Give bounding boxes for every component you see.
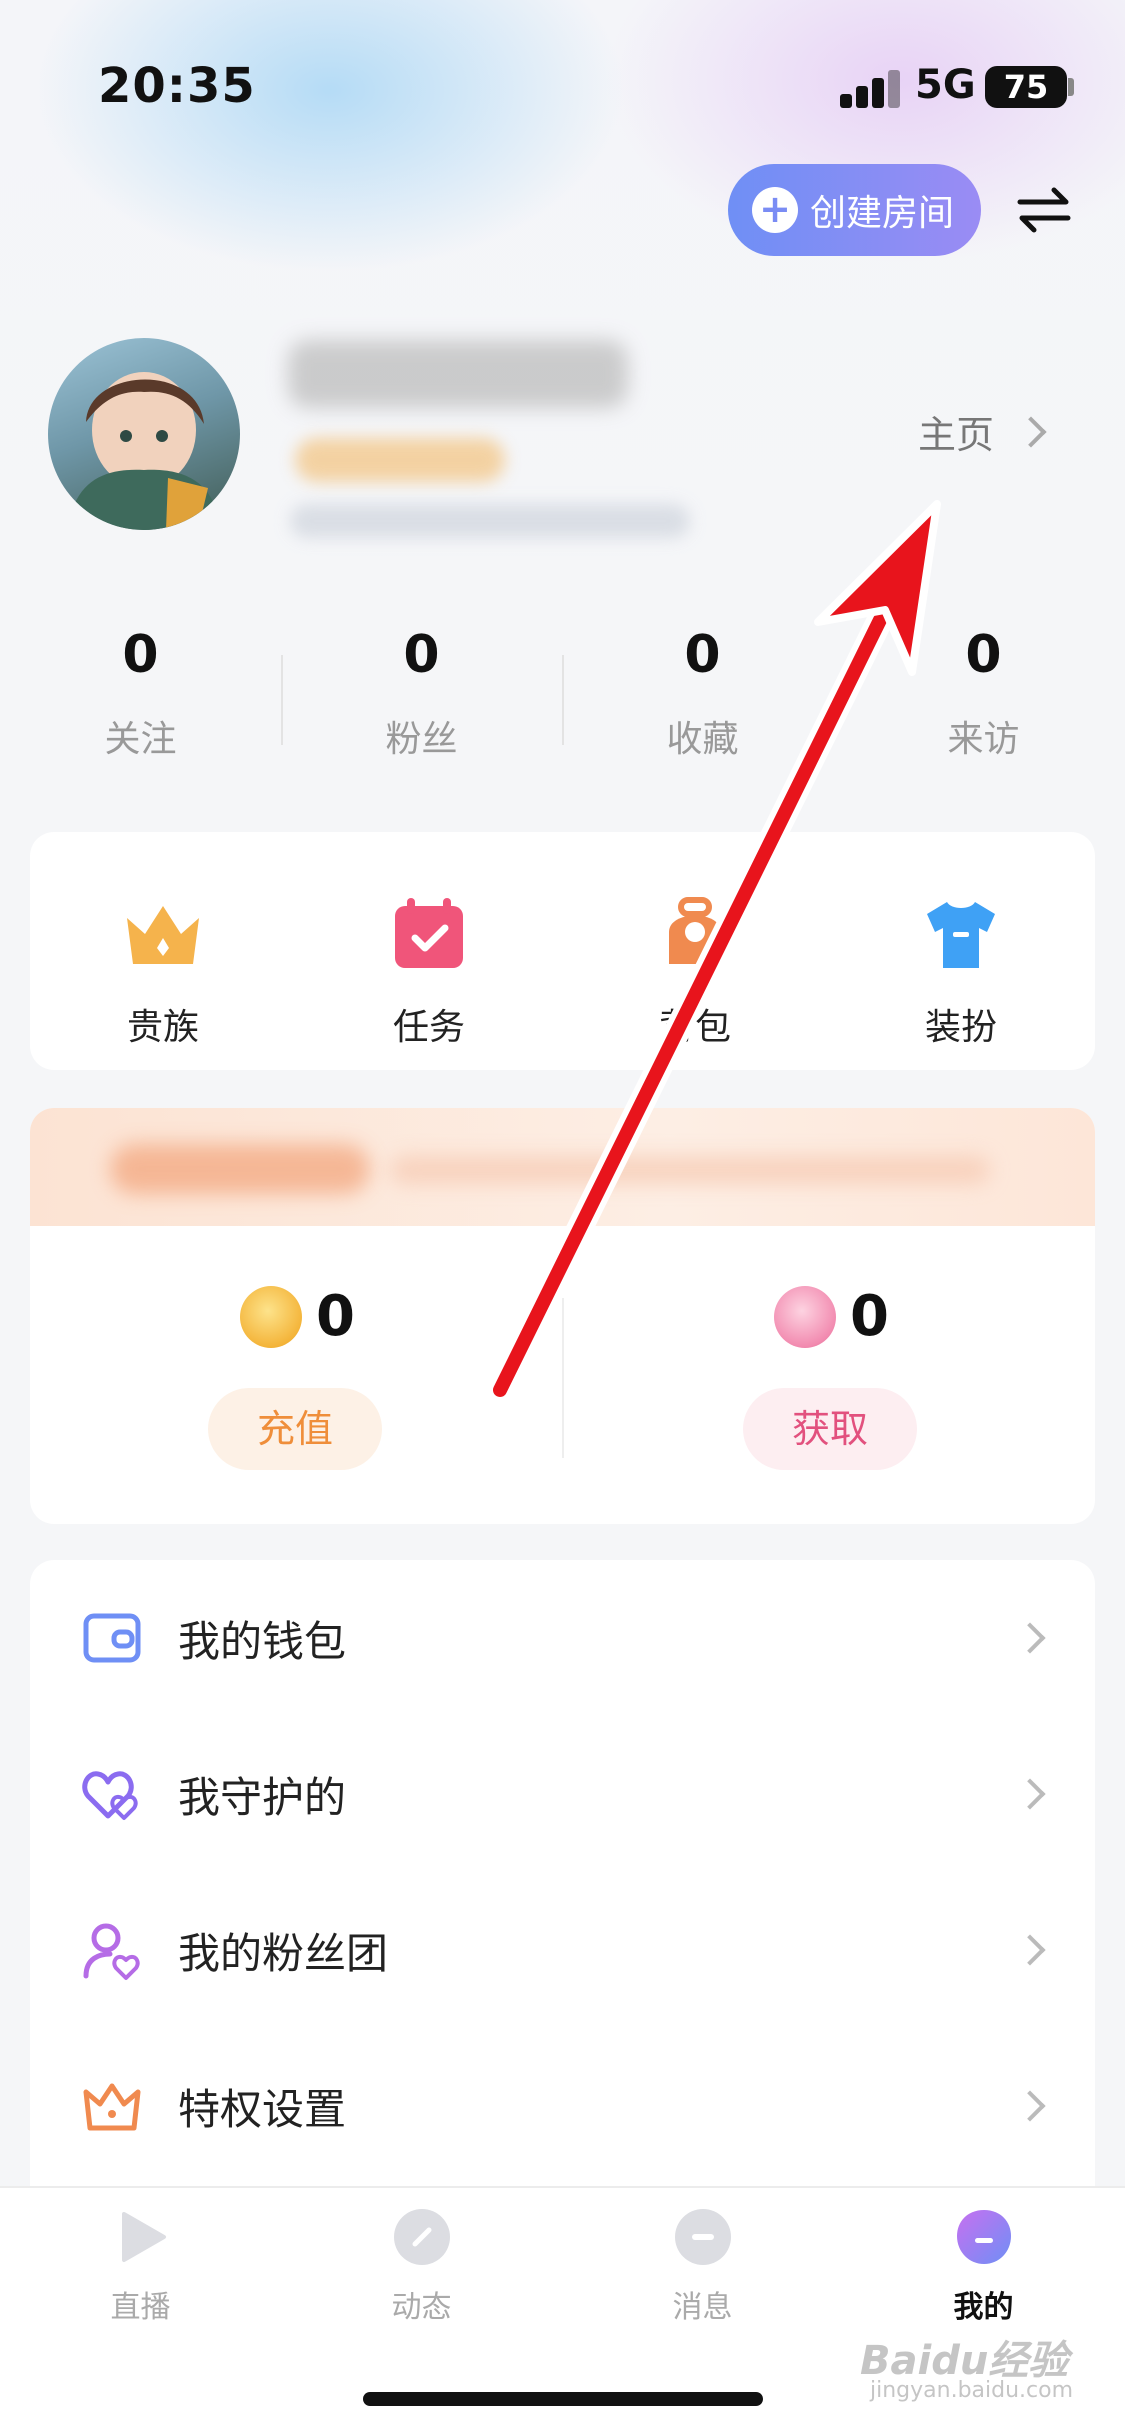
quick-action-label: 贵族	[126, 1007, 199, 1048]
plus-icon: +	[752, 187, 798, 233]
promo-text-blurred	[390, 1156, 990, 1184]
menu-item-label: 我的粉丝团	[178, 1928, 389, 1978]
compass-icon	[393, 2209, 450, 2265]
promo-title-blurred	[110, 1144, 370, 1194]
pink-coin-icon	[774, 1285, 836, 1348]
chevron-right-icon	[1014, 1622, 1046, 1654]
stat-favorites[interactable]: 0 收藏	[562, 620, 843, 762]
user-heart-icon	[83, 1923, 140, 1980]
quick-action-tasks[interactable]: 任务	[296, 892, 562, 1050]
quick-action-backpack[interactable]: 背包	[562, 892, 828, 1050]
stat-value: 0	[684, 625, 721, 685]
tab-label: 直播	[110, 2290, 171, 2325]
promo-banner[interactable]	[30, 1108, 1095, 1226]
tab-label: 消息	[672, 2290, 733, 2325]
status-time: 20:35	[98, 58, 256, 114]
quick-action-dressup[interactable]: 装扮	[828, 892, 1094, 1050]
pink-coin-balance: 0	[774, 1284, 889, 1349]
user-level-badge-blurred	[295, 438, 505, 482]
status-bar: 20:35 5G 75	[0, 0, 1125, 170]
menu-item-label: 我的钱包	[178, 1616, 347, 1666]
avatar[interactable]	[48, 338, 240, 530]
stat-visitors[interactable]: 0 来访	[843, 620, 1124, 762]
recharge-button[interactable]: 充值	[208, 1388, 382, 1470]
chevron-right-icon	[1014, 1778, 1046, 1810]
menu-item-label: 特权设置	[178, 2084, 347, 2134]
menu-item-fan-club[interactable]: 我的粉丝团	[30, 1872, 1095, 2028]
calendar-check-icon	[395, 898, 463, 968]
menu-item-wallet[interactable]: 我的钱包	[30, 1560, 1095, 1716]
quick-action-nobility[interactable]: 贵族	[30, 892, 296, 1050]
tab-label: 我的	[953, 2290, 1014, 2325]
network-type: 5G	[915, 62, 976, 108]
stat-label: 粉丝	[385, 719, 458, 760]
username-blurred	[288, 340, 628, 408]
stat-label: 来访	[947, 719, 1020, 760]
gold-coin-balance: 0	[240, 1284, 355, 1349]
avatar-image	[68, 372, 220, 530]
create-room-label: 创建房间	[810, 193, 955, 234]
chevron-right-icon	[1014, 2090, 1046, 2122]
quick-action-label: 装扮	[924, 1007, 997, 1048]
tab-label: 动态	[391, 2290, 452, 2325]
home-indicator	[363, 2392, 763, 2406]
stat-following[interactable]: 0 关注	[0, 620, 281, 762]
quick-actions-card: 贵族 任务 背包 装扮	[30, 832, 1095, 1070]
backpack-icon	[669, 897, 721, 964]
tshirt-icon	[927, 902, 995, 968]
play-icon	[121, 2212, 166, 2262]
stat-label: 收藏	[666, 719, 739, 760]
menu-item-privilege-settings[interactable]: 特权设置	[30, 2028, 1095, 2184]
battery-icon: 75	[985, 66, 1067, 108]
stat-divider	[562, 655, 564, 745]
tab-profile[interactable]: 我的	[843, 2206, 1124, 2326]
homepage-label: 主页	[918, 413, 995, 457]
wallet-divider	[562, 1298, 564, 1458]
message-icon	[674, 2209, 731, 2265]
wallet-card: 0 0 充值 获取	[30, 1108, 1095, 1524]
menu-item-guarded[interactable]: 我守护的	[30, 1716, 1095, 1872]
tab-live[interactable]: 直播	[0, 2206, 281, 2326]
crown-outline-icon	[83, 2083, 141, 2131]
tab-feed[interactable]: 动态	[281, 2206, 562, 2326]
swap-icon[interactable]	[1014, 180, 1074, 240]
stat-divider	[281, 655, 283, 745]
profile-icon	[956, 2210, 1011, 2264]
create-room-button[interactable]: + 创建房间	[728, 164, 981, 256]
stat-fans[interactable]: 0 粉丝	[281, 620, 562, 762]
user-id-blurred	[290, 504, 690, 538]
quick-action-label: 任务	[392, 1007, 465, 1048]
gold-coin-icon	[240, 1285, 302, 1348]
stat-value: 0	[122, 625, 159, 685]
stat-value: 0	[965, 625, 1002, 685]
hearts-icon	[82, 1771, 138, 1820]
homepage-link[interactable]: 主页	[918, 404, 1047, 459]
obtain-button[interactable]: 获取	[743, 1388, 917, 1470]
pink-coin-value: 0	[850, 1284, 889, 1349]
signal-icon	[840, 68, 900, 108]
wallet-icon	[83, 1613, 141, 1663]
menu-item-label: 我守护的	[178, 1772, 347, 1822]
chevron-right-icon	[1015, 415, 1047, 448]
quick-action-label: 背包	[658, 1007, 731, 1048]
chevron-right-icon	[1014, 1934, 1046, 1966]
battery-tip	[1068, 78, 1074, 96]
baidu-watermark-url: jingyan.baidu.com	[870, 2378, 1074, 2403]
stat-value: 0	[403, 625, 440, 685]
stat-label: 关注	[104, 719, 177, 760]
crown-icon	[127, 906, 199, 964]
gold-coin-value: 0	[316, 1284, 355, 1349]
tab-messages[interactable]: 消息	[562, 2206, 843, 2326]
